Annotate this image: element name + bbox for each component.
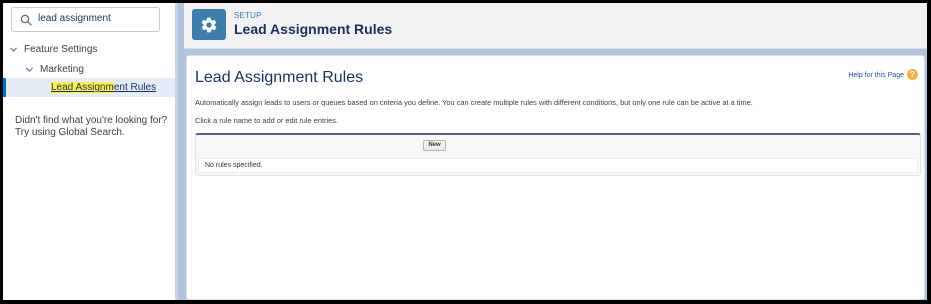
search-icon [20,14,32,26]
quick-find-input[interactable]: lead assignment [11,7,160,32]
not-found-message: Didn't find what you're looking for? Try… [15,115,170,139]
empty-message: No rules specified. [205,162,263,169]
chevron-down-icon [9,47,18,52]
tree-item-label: Lead Assignment Rules [51,82,156,93]
app-window: lead assignment Feature Settings Marketi… [3,3,927,300]
help-link[interactable]: Help for this Page [848,72,904,79]
page-description: Automatically assign leads to users or q… [195,98,753,107]
page-title: Lead Assignment Rules [195,69,364,86]
search-highlight: Lead Assignm [51,82,114,93]
empty-rules-row: No rules specified. [198,158,918,173]
tree-item-feature-settings[interactable]: Feature Settings [3,41,175,59]
chevron-down-icon [25,67,34,72]
tree-item-label-rest: ent Rules [113,82,157,93]
gear-icon [201,17,217,33]
setup-icon-tile [192,9,226,40]
tree-item-marketing[interactable]: Marketing [3,61,175,79]
header-title: Lead Assignment Rules [234,21,393,37]
new-rule-button[interactable]: New [423,140,446,151]
tree-item-label: Marketing [40,64,84,75]
main-content: Lead Assignment Rules Help for this Page… [186,55,925,300]
help-icon[interactable]: ? [907,69,918,80]
search-value: lead assignment [38,13,111,24]
rules-list-panel: New No rules specified. [195,133,921,176]
setup-sidebar: lead assignment Feature Settings Marketi… [3,3,175,300]
not-found-line: Didn't find what you're looking for? [15,115,168,126]
tree-item-label: Feature Settings [24,44,98,55]
global-search-hint: Try using Global Search. [15,127,125,138]
page-instruction: Click a rule name to add or edit rule en… [195,116,338,125]
page-header: SETUP Lead Assignment Rules [184,3,927,49]
header-eyebrow: SETUP [234,11,262,20]
sidebar-divider [175,3,178,300]
tree-item-lead-assignment-rules[interactable]: Lead Assignment Rules [3,78,175,97]
